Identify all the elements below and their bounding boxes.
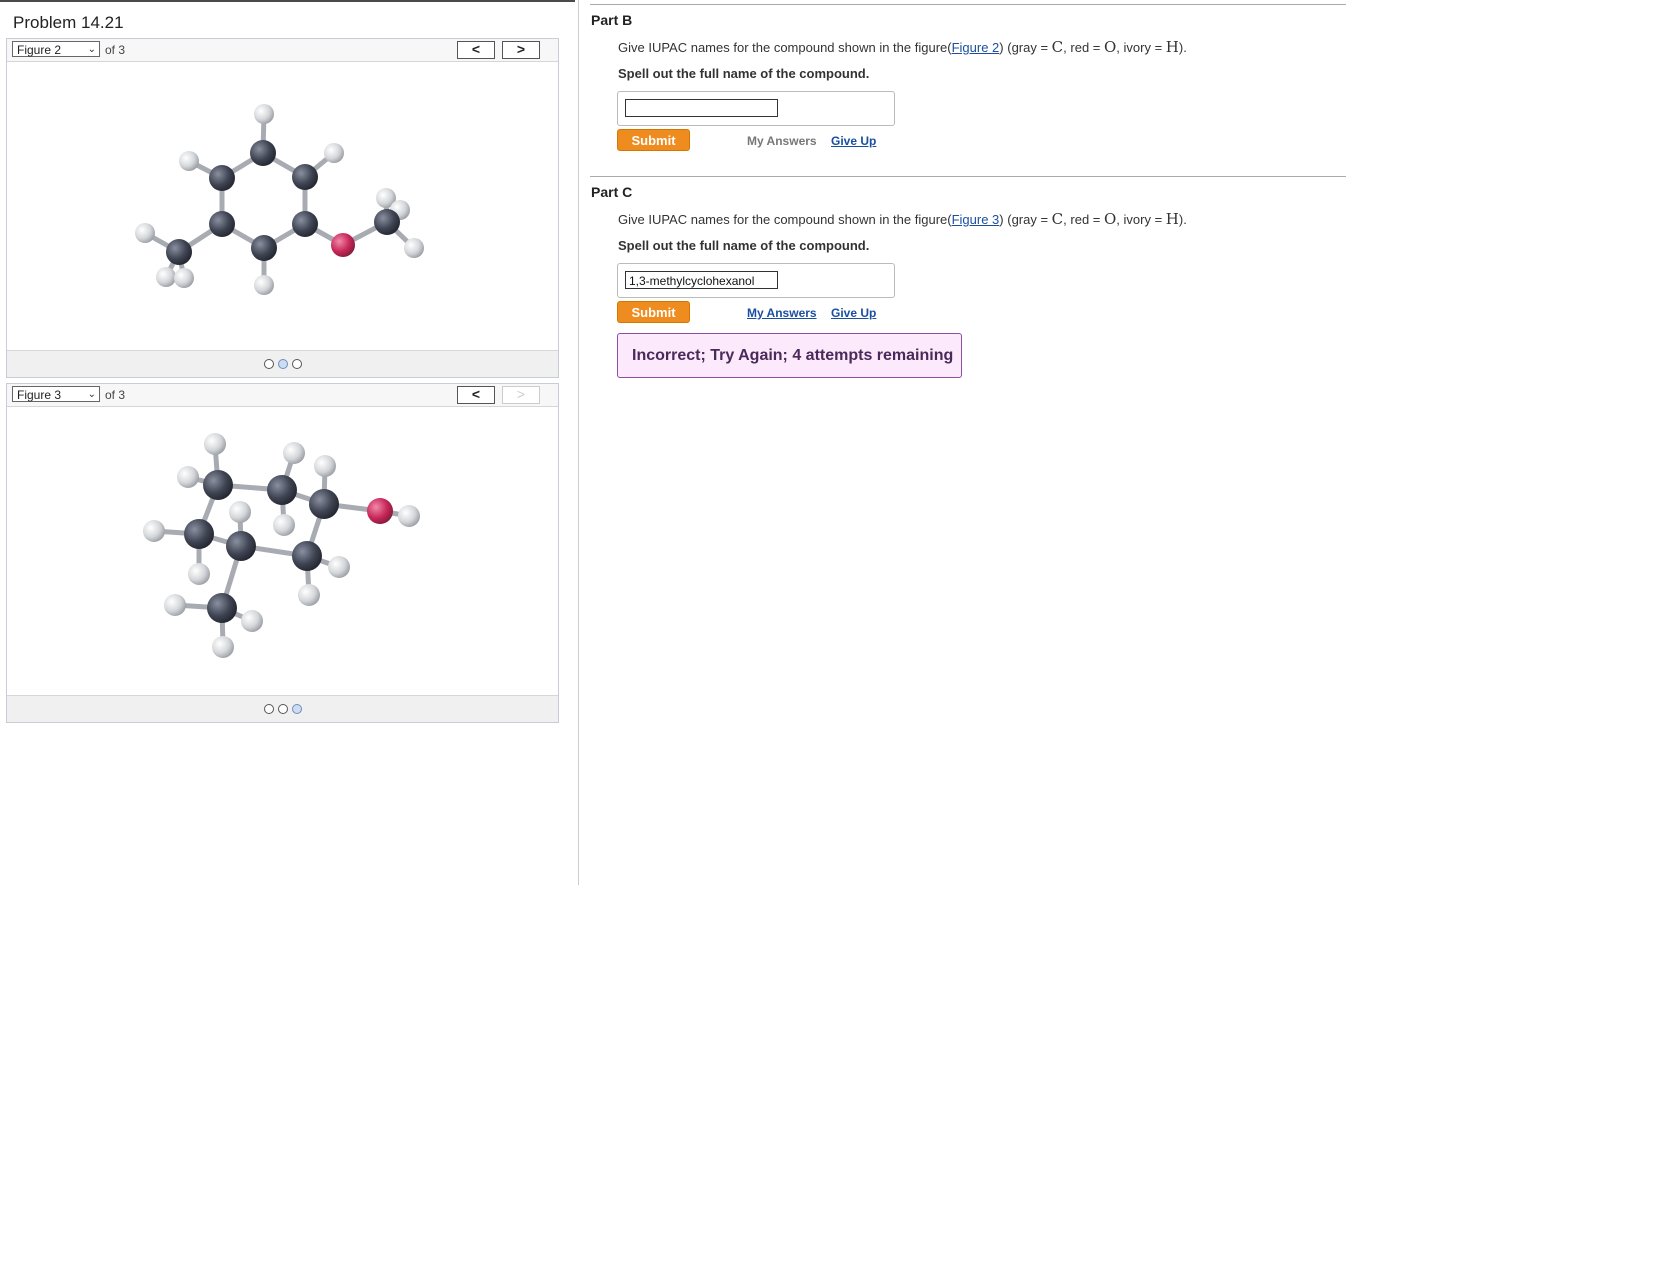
question-text: ) (gray =: [999, 40, 1052, 55]
chevron-down-icon: ⌄: [87, 44, 96, 55]
part-b-rule: [590, 4, 1346, 5]
part-b-answer-box: [617, 91, 895, 126]
figure-3-select-label: Figure 3: [17, 388, 62, 402]
pager-dot-3[interactable]: [291, 359, 302, 369]
question-text: ) (gray =: [999, 212, 1052, 227]
hydrogen-symbol: H: [1165, 210, 1179, 228]
figure-2-select[interactable]: Figure 2 ⌄: [12, 41, 100, 57]
incorrect-feedback-box: Incorrect; Try Again; 4 attempts remaini…: [617, 333, 962, 378]
figure-3-toolbar: Figure 3 ⌄ of 3 < >: [7, 384, 558, 407]
question-text: Give IUPAC names for the compound shown …: [618, 212, 952, 227]
figure-2-select-label: Figure 2: [17, 43, 62, 57]
figure-3-link[interactable]: Figure 3: [952, 212, 1000, 227]
question-text: , red =: [1063, 40, 1104, 55]
question-text: , ivory =: [1116, 40, 1166, 55]
figure-3-prev-button[interactable]: <: [457, 386, 495, 404]
figure-3-panel: Figure 3 ⌄ of 3 < >: [6, 383, 559, 723]
figure-3-next-button: >: [502, 386, 540, 404]
chevron-down-icon: ⌄: [87, 389, 96, 400]
part-b-question: Give IUPAC names for the compound shown …: [618, 38, 1187, 56]
question-text: ).: [1178, 40, 1187, 55]
carbon-symbol: C: [1051, 210, 1064, 228]
part-b-title: Part B: [591, 12, 633, 28]
figure-2-next-button[interactable]: >: [502, 41, 540, 59]
molecule-methylcyclohexanol-model: [143, 433, 420, 658]
oxygen-symbol: O: [1103, 38, 1117, 56]
problem-title: Problem 14.21: [13, 13, 124, 32]
pager-dot-2[interactable]: [277, 704, 288, 714]
part-c-answer-input[interactable]: 1,3-methylcyclohexanol: [625, 271, 778, 289]
part-c-answer-box: 1,3-methylcyclohexanol: [617, 263, 895, 298]
figure-2-pager-dots: [7, 351, 558, 377]
oxygen-symbol: O: [1103, 210, 1117, 228]
question-text: ).: [1178, 212, 1187, 227]
hydrogen-symbol: H: [1165, 38, 1179, 56]
figure-3-of-count: of 3: [105, 388, 126, 402]
figure-2-link[interactable]: Figure 2: [952, 40, 1000, 55]
part-b-give-up-link[interactable]: Give Up: [831, 134, 876, 148]
figure-2-of-count: of 3: [105, 43, 126, 57]
part-c-question: Give IUPAC names for the compound shown …: [618, 210, 1187, 228]
top-border: [0, 0, 575, 2]
part-c-title: Part C: [591, 184, 633, 200]
pager-dot-2[interactable]: [277, 359, 288, 369]
figure-2-molecule-image: [7, 62, 558, 351]
part-c-submit-button[interactable]: Submit: [617, 301, 690, 323]
part-b-answer-input[interactable]: [625, 99, 778, 117]
part-b-my-answers: My Answers: [747, 134, 817, 148]
figure-3-select[interactable]: Figure 3 ⌄: [12, 386, 100, 402]
part-c-my-answers-link[interactable]: My Answers: [747, 306, 817, 320]
figure-3-molecule-image: [7, 407, 558, 696]
question-text: Give IUPAC names for the compound shown …: [618, 40, 952, 55]
carbon-symbol: C: [1051, 38, 1064, 56]
part-c-rule: [590, 176, 1346, 177]
part-c-instruction: Spell out the full name of the compound.: [618, 238, 870, 253]
question-text: , ivory =: [1116, 212, 1166, 227]
panel-divider: [578, 0, 579, 885]
pager-dot-3[interactable]: [291, 704, 302, 714]
molecule-3-methylanisole-model: [135, 104, 424, 295]
part-b-submit-button[interactable]: Submit: [617, 129, 690, 151]
figure-2-prev-button[interactable]: <: [457, 41, 495, 59]
figure-2-toolbar: Figure 2 ⌄ of 3 < >: [7, 39, 558, 62]
part-c-give-up-link[interactable]: Give Up: [831, 306, 876, 320]
question-text: , red =: [1063, 212, 1104, 227]
pager-dot-1[interactable]: [263, 704, 274, 714]
pager-dot-1[interactable]: [263, 359, 274, 369]
figure-3-pager-dots: [7, 696, 558, 722]
part-b-instruction: Spell out the full name of the compound.: [618, 66, 870, 81]
figure-2-panel: Figure 2 ⌄ of 3 < >: [6, 38, 559, 378]
